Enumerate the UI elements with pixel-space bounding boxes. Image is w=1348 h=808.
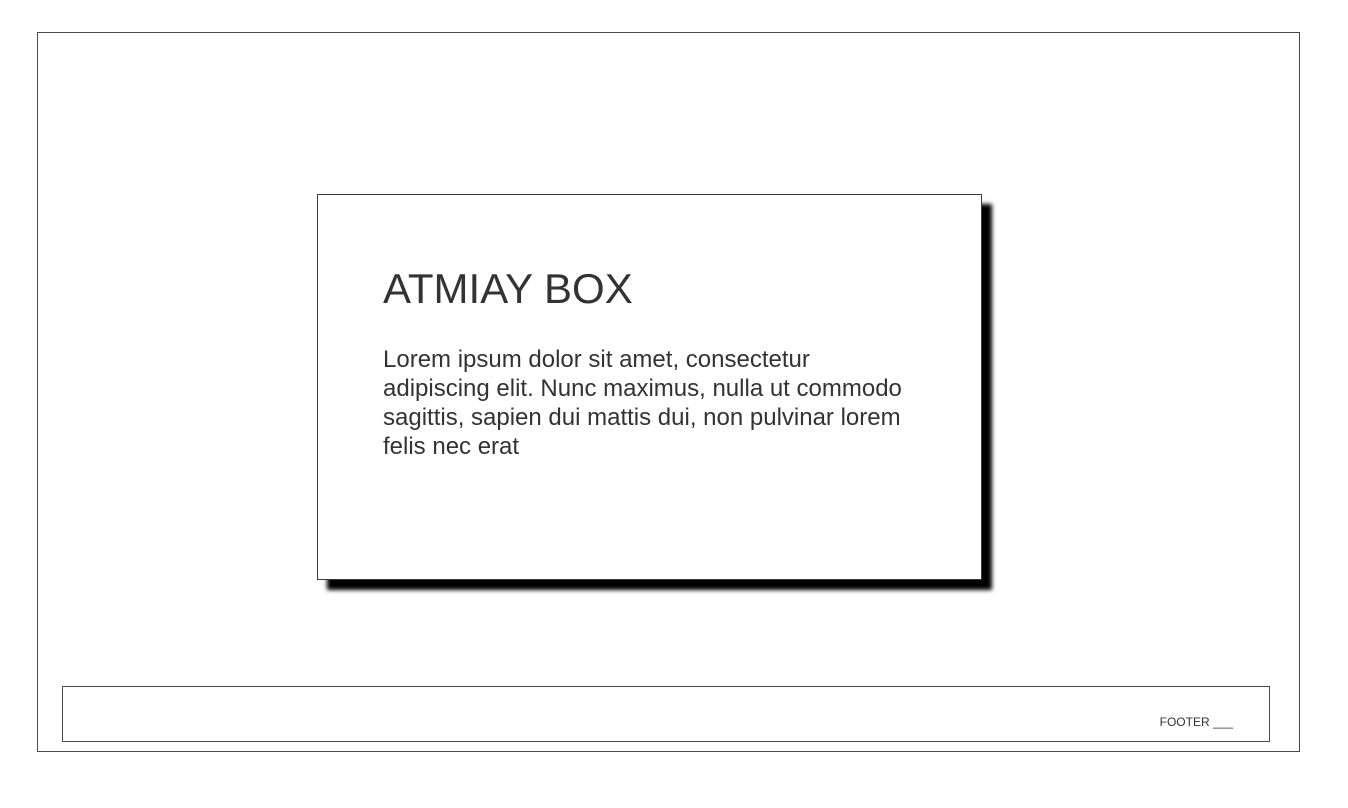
card-title: ATMIAY BOX	[383, 265, 633, 312]
card-body-text: Lorem ipsum dolor sit amet, consectetur …	[383, 346, 902, 460]
content-card: ATMIAY BOX Lorem ipsum dolor sit amet, c…	[317, 194, 982, 580]
footer: FOOTER ___	[62, 686, 1270, 742]
footer-label: FOOTER ___	[1159, 715, 1233, 729]
